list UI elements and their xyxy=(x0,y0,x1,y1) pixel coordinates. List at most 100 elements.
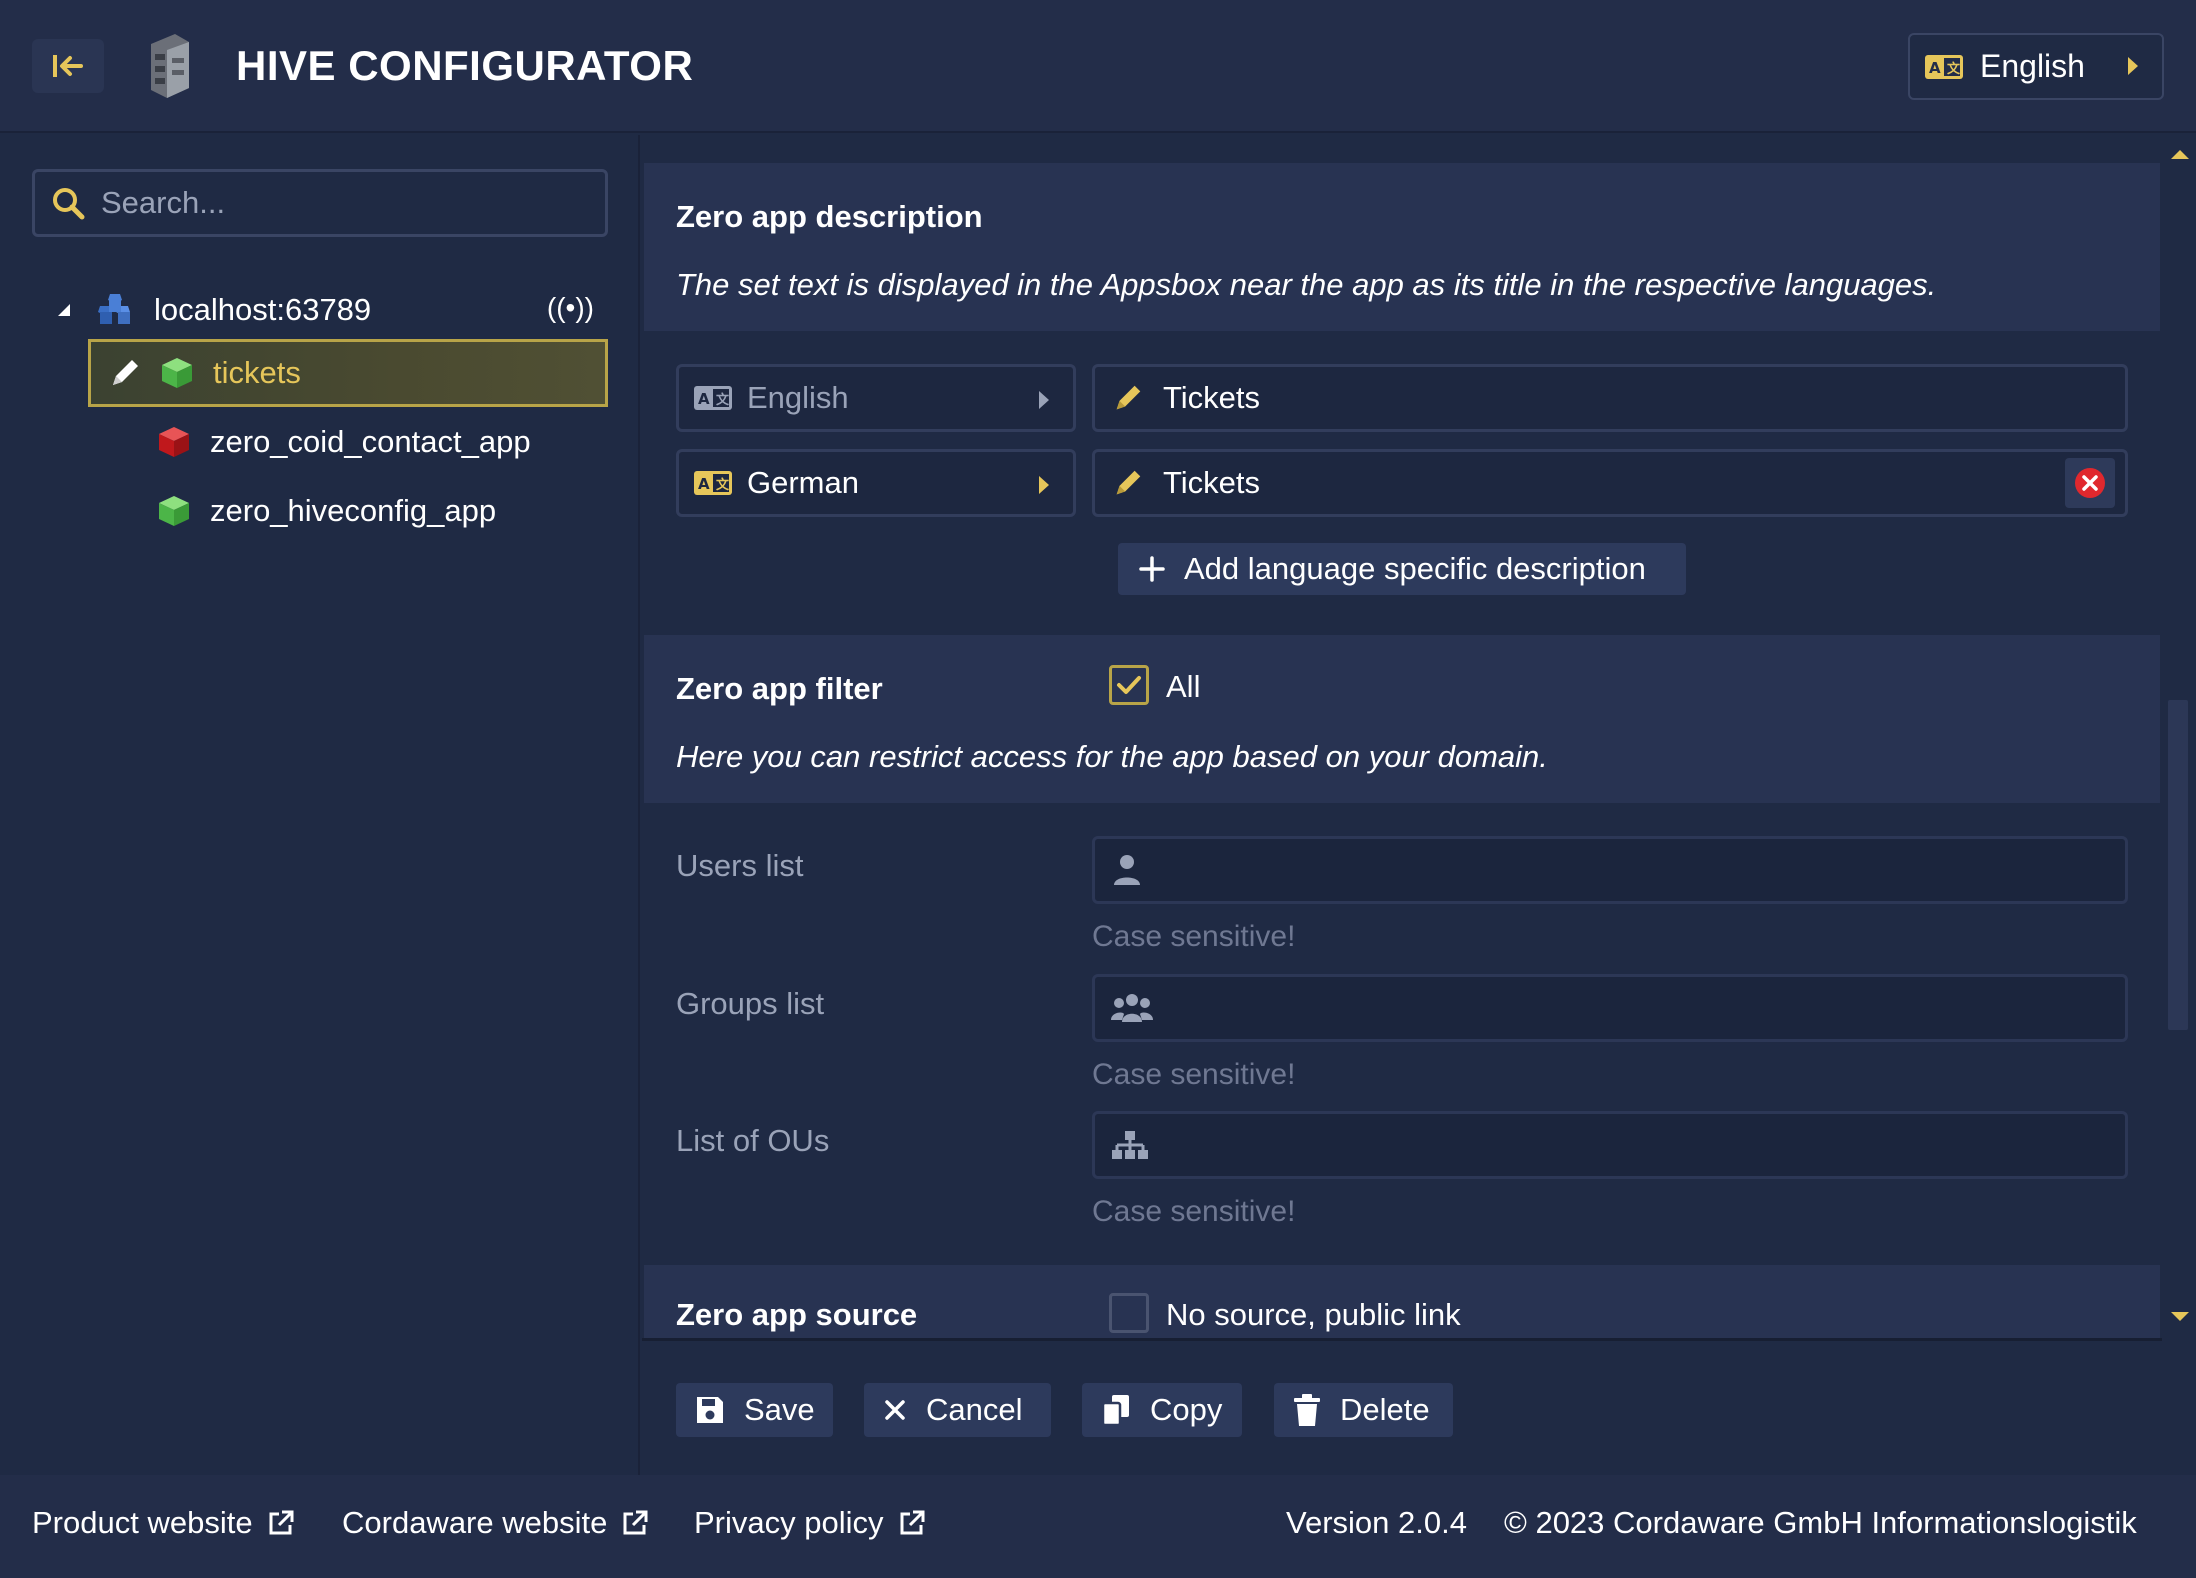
close-icon xyxy=(885,1400,905,1420)
cancel-button[interactable]: Cancel xyxy=(864,1383,1051,1437)
description-section-header: Zero app description The set text is dis… xyxy=(644,163,2160,331)
collapse-left-icon xyxy=(53,55,83,77)
svg-text:A: A xyxy=(698,390,710,408)
save-button[interactable]: Save xyxy=(676,1383,833,1437)
delete-button[interactable]: Delete xyxy=(1274,1383,1453,1437)
app-cube-red-icon xyxy=(159,427,189,457)
cancel-label: Cancel xyxy=(926,1392,1023,1427)
add-description-label: Add language specific description xyxy=(1184,551,1646,586)
tree-item-zero-coid-contact-app[interactable]: zero_coid_contact_app xyxy=(88,408,608,476)
search-icon xyxy=(53,188,85,220)
users-list-input[interactable] xyxy=(1092,836,2128,904)
source-section-header: Zero app source No source, public link xyxy=(644,1265,2160,1341)
caret-right-icon xyxy=(2128,57,2138,75)
language-select-german[interactable]: A 文 German xyxy=(676,449,1076,517)
groups-list-label: Groups list xyxy=(676,986,825,1021)
action-bar: Save Cancel Copy Delete xyxy=(642,1338,2162,1475)
section-title: Zero app source xyxy=(676,1297,918,1332)
language-select-label: English xyxy=(747,380,849,415)
org-chart-icon xyxy=(1112,1131,1148,1159)
user-icon xyxy=(1114,855,1140,885)
app-header: HIVE CONFIGURATOR A 文 English xyxy=(0,0,2196,133)
language-select-english[interactable]: A 文 English xyxy=(676,364,1076,432)
external-link-icon xyxy=(269,1510,294,1535)
remove-description-button[interactable] xyxy=(2065,458,2115,508)
caret-right-icon xyxy=(1039,476,1049,494)
translate-icon: A 文 xyxy=(694,386,732,410)
tree-server-node[interactable]: localhost:63789 ((•)) xyxy=(54,280,614,340)
filter-all-checkbox[interactable] xyxy=(1109,665,1149,705)
groups-case-hint: Case sensitive! xyxy=(1092,1058,1296,1091)
product-website-label: Product website xyxy=(32,1505,253,1540)
language-switch-button[interactable]: A 文 English xyxy=(1908,33,2164,100)
external-link-icon xyxy=(900,1510,924,1535)
save-label: Save xyxy=(744,1392,815,1427)
trash-icon xyxy=(1294,1394,1320,1426)
ous-list-label: List of OUs xyxy=(676,1123,830,1158)
delete-label: Delete xyxy=(1340,1392,1430,1427)
copyright-text: © 2023 Cordaware GmbH Informationslogist… xyxy=(1504,1505,2137,1540)
tree-item-label: tickets xyxy=(213,355,301,390)
description-input-english[interactable]: Tickets xyxy=(1092,364,2128,432)
tree-item-label: zero_coid_contact_app xyxy=(210,424,531,459)
tree-item-label: zero_hiveconfig_app xyxy=(210,493,497,528)
pencil-icon xyxy=(113,360,138,385)
plus-icon xyxy=(1139,556,1165,582)
connection-broadcast-icon: ((•)) xyxy=(546,292,594,323)
users-list-label: Users list xyxy=(676,848,804,883)
scroll-down-arrow-icon xyxy=(2171,1312,2189,1321)
copy-icon xyxy=(1101,1395,1129,1427)
server-cubes-icon xyxy=(98,294,130,324)
svg-text:文: 文 xyxy=(1947,61,1961,77)
users-case-hint: Case sensitive! xyxy=(1092,920,1296,953)
filter-section-header: Zero app filter All Here you can restric… xyxy=(644,635,2160,803)
search-placeholder: Search... xyxy=(101,185,226,220)
scroll-thumb[interactable] xyxy=(2168,700,2188,1030)
pencil-icon xyxy=(1116,470,1141,495)
scroll-up-arrow-icon xyxy=(2171,150,2189,159)
add-language-description-button[interactable]: Add language specific description xyxy=(1118,543,1686,595)
section-title: Zero app filter xyxy=(676,671,883,706)
sidebar: Search... localhost:63789 ((•)) tickets xyxy=(0,135,640,1475)
main-scrollbar[interactable] xyxy=(2164,135,2196,1341)
expand-triangle-icon[interactable] xyxy=(54,300,74,320)
privacy-policy-link[interactable]: Privacy policy xyxy=(694,1505,926,1541)
description-value: Tickets xyxy=(1163,465,1261,500)
save-floppy-icon xyxy=(697,1397,723,1423)
product-website-link[interactable]: Product website xyxy=(32,1505,295,1541)
filter-all-label: All xyxy=(1166,669,1201,704)
external-link-icon xyxy=(623,1510,648,1535)
version-text: Version 2.0.4 xyxy=(1286,1505,1467,1540)
section-title: Zero app description xyxy=(676,199,983,234)
cordaware-website-link[interactable]: Cordaware website xyxy=(342,1505,649,1541)
no-source-checkbox[interactable] xyxy=(1109,1293,1149,1333)
users-group-icon xyxy=(1111,994,1153,1022)
app-title: HIVE CONFIGURATOR xyxy=(236,42,694,89)
server-label: localhost:63789 xyxy=(154,292,372,327)
section-description: The set text is displayed in the Appsbox… xyxy=(676,267,1937,302)
groups-list-input[interactable] xyxy=(1092,974,2128,1042)
ous-list-input[interactable] xyxy=(1092,1111,2128,1179)
main-content: Zero app description The set text is dis… xyxy=(642,135,2162,1341)
checkmark-icon xyxy=(1117,676,1141,694)
ous-case-hint: Case sensitive! xyxy=(1092,1195,1296,1228)
language-label: English xyxy=(1980,48,2085,84)
app-cube-green-icon xyxy=(159,496,189,526)
copy-label: Copy xyxy=(1150,1392,1223,1427)
section-description: Here you can restrict access for the app… xyxy=(676,739,1548,774)
privacy-policy-label: Privacy policy xyxy=(694,1505,884,1540)
copy-button[interactable]: Copy xyxy=(1082,1383,1242,1437)
footer: Product website Cordaware website Privac… xyxy=(0,1475,2196,1578)
close-circle-icon xyxy=(2075,468,2105,498)
pencil-icon xyxy=(1116,385,1141,410)
collapse-sidebar-button[interactable] xyxy=(32,39,104,93)
svg-text:文: 文 xyxy=(716,392,730,408)
tree-item-zero-hiveconfig-app[interactable]: zero_hiveconfig_app xyxy=(88,477,608,545)
tree-item-tickets[interactable]: tickets xyxy=(88,339,608,407)
description-input-german[interactable]: Tickets xyxy=(1092,449,2128,517)
translate-icon: A 文 xyxy=(694,471,732,495)
no-source-label: No source, public link xyxy=(1166,1297,1461,1332)
search-input[interactable]: Search... xyxy=(32,169,608,237)
description-value: Tickets xyxy=(1163,380,1261,415)
translate-icon: A 文 xyxy=(1925,54,1963,79)
